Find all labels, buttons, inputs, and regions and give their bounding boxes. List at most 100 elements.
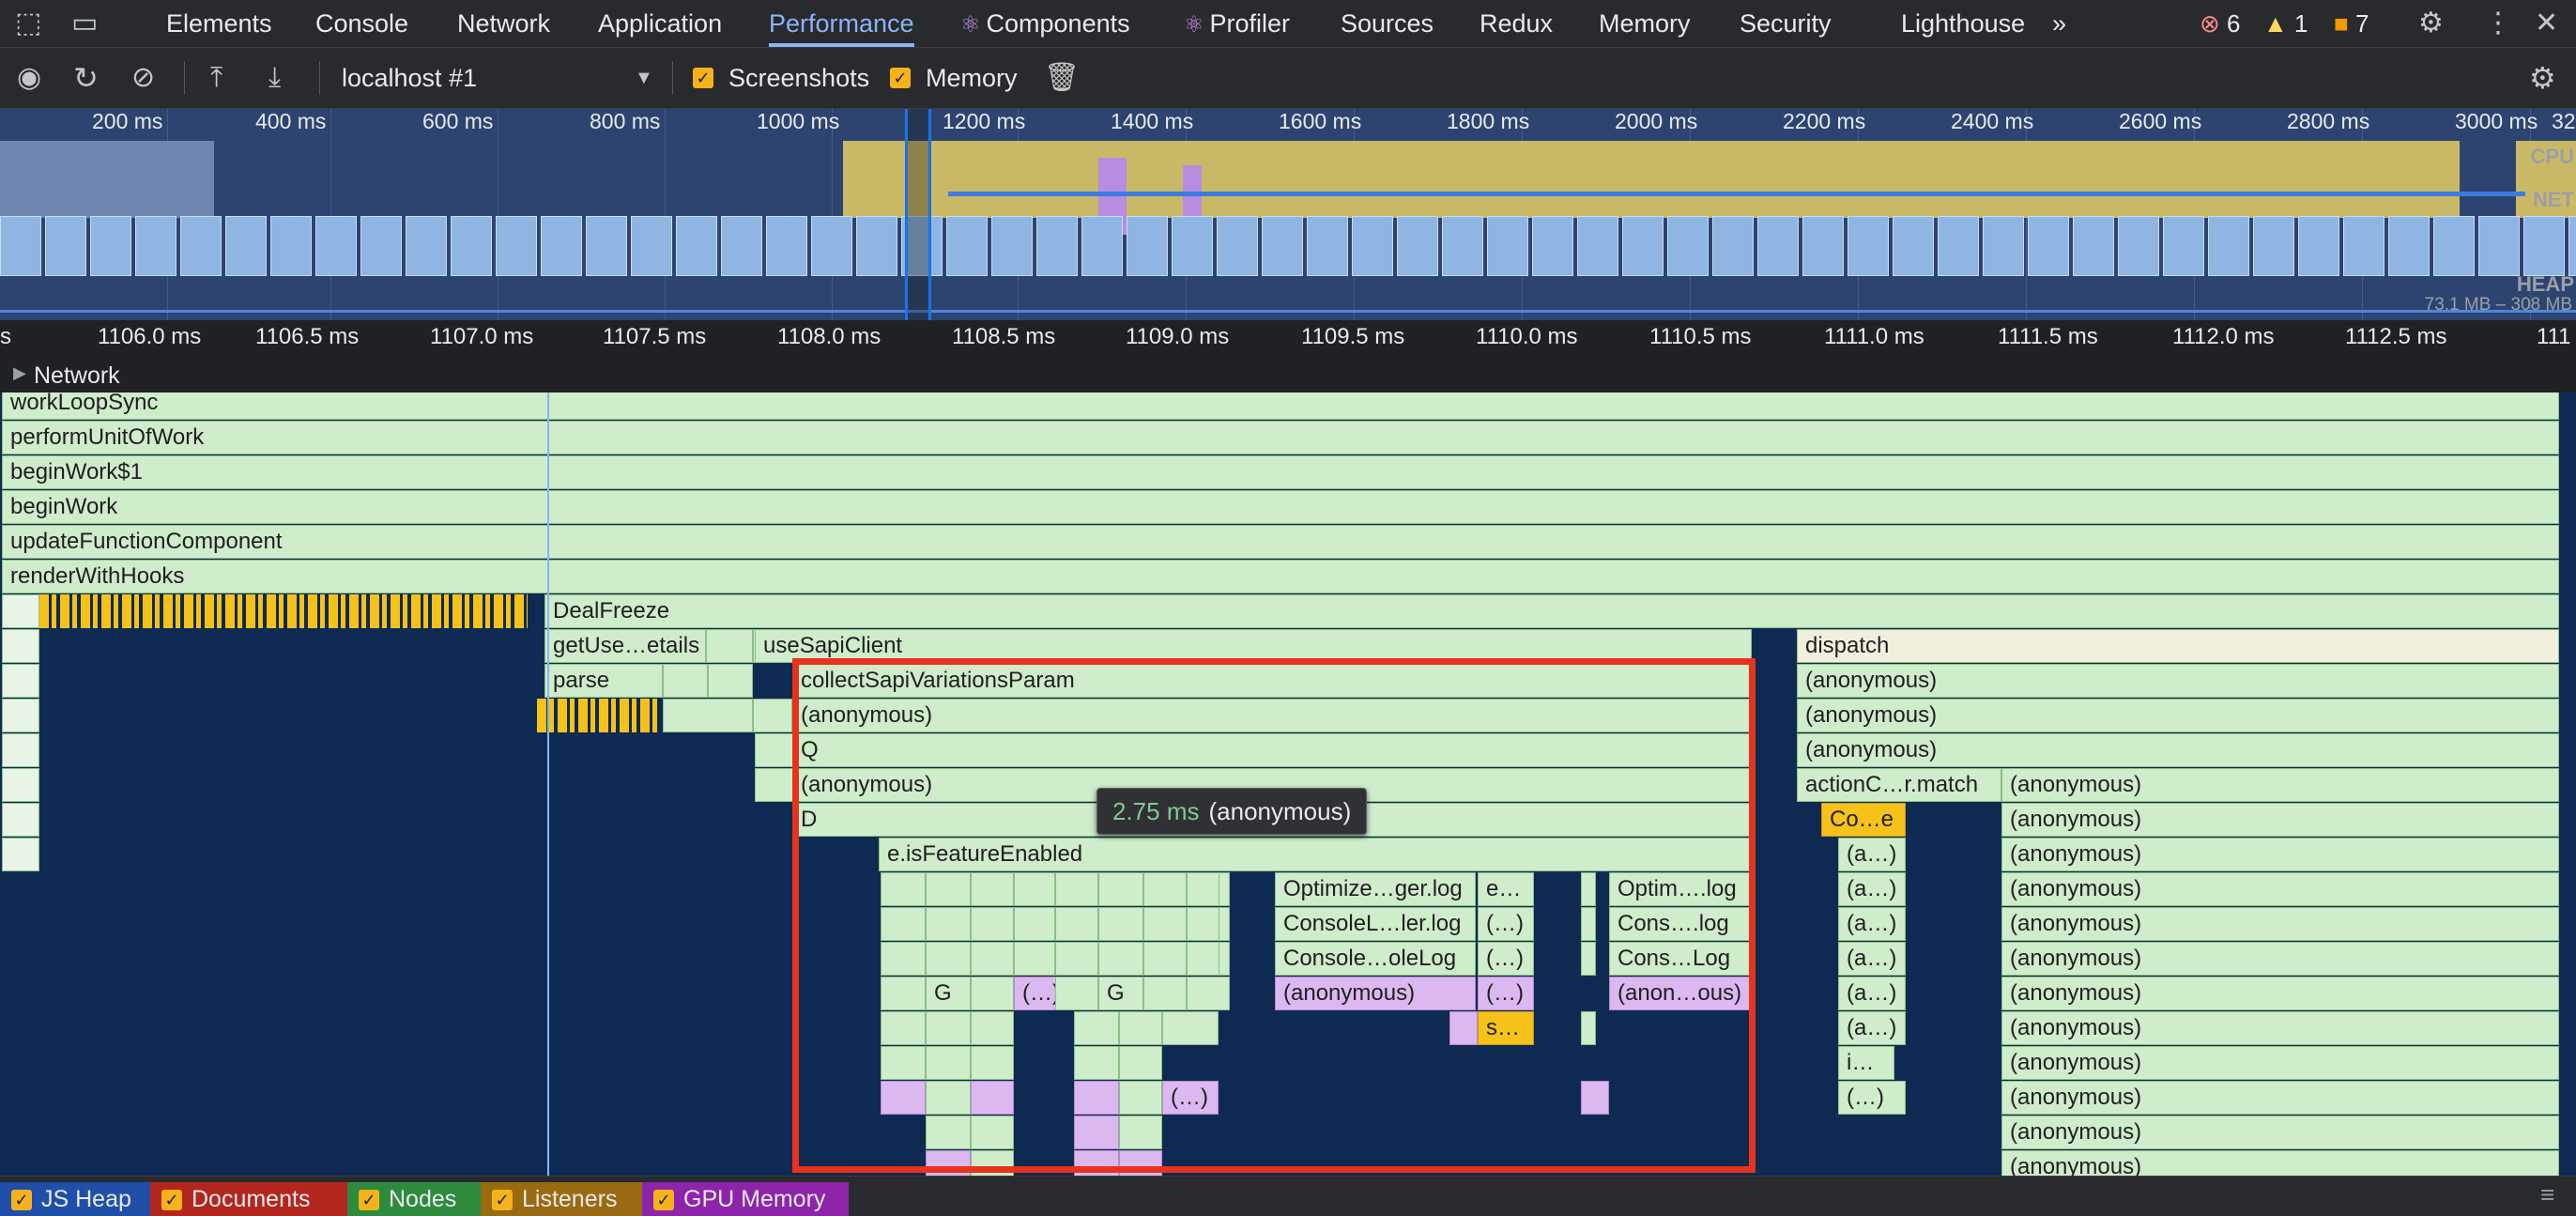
- flame-call-block[interactable]: [708, 664, 753, 698]
- listeners-counter[interactable]: ✓ Listeners: [481, 1182, 642, 1216]
- screenshot-thumbnail[interactable]: [1802, 216, 1844, 276]
- flame-call-block[interactable]: (anonymous): [2001, 1150, 2559, 1176]
- clear-icon[interactable]: ⊘: [131, 48, 155, 108]
- screenshot-thumbnail[interactable]: [1352, 216, 1393, 276]
- js-heap-checkbox[interactable]: ✓: [11, 1190, 32, 1210]
- flame-call-block[interactable]: (anonymous): [2001, 907, 2559, 941]
- screenshot-thumbnail[interactable]: [541, 216, 582, 276]
- tab-elements[interactable]: Elements: [166, 0, 272, 47]
- gpu-memory-counter[interactable]: ✓ GPU Memory: [642, 1182, 849, 1216]
- screenshot-thumbnail[interactable]: [676, 216, 717, 276]
- screenshot-thumbnail[interactable]: [45, 216, 86, 276]
- flame-call-block[interactable]: (a…): [1838, 977, 1906, 1010]
- network-track-header[interactable]: ▶ Network: [0, 358, 2576, 393]
- screenshot-thumbnail[interactable]: [135, 216, 176, 276]
- tab-memory[interactable]: Memory: [1599, 0, 1691, 47]
- timeline-overview[interactable]: CPU NET HEAP 73.1 MB – 308 MB 200 ms 400 …: [0, 109, 2576, 320]
- screenshot-thumbnail[interactable]: [631, 216, 672, 276]
- screenshot-thumbnail[interactable]: [270, 216, 312, 276]
- listeners-checkbox[interactable]: ✓: [492, 1190, 513, 1210]
- flame-call-block[interactable]: (anonymous): [2001, 768, 2559, 802]
- flame-call-block[interactable]: (a…): [1838, 872, 1906, 906]
- settings-gear-icon[interactable]: ⚙: [2418, 0, 2444, 47]
- reload-record-icon[interactable]: ↻: [73, 48, 99, 108]
- flame-call-block[interactable]: (anonymous): [1797, 664, 2559, 698]
- screenshot-thumbnail[interactable]: [1938, 216, 1979, 276]
- screenshot-thumbnail[interactable]: [1983, 216, 2024, 276]
- screenshot-thumbnail[interactable]: [586, 216, 627, 276]
- flame-call-block[interactable]: (a…): [1838, 942, 1906, 976]
- flame-call-block[interactable]: (anonymous): [2001, 872, 2559, 906]
- upload-profile-icon[interactable]: ⤒: [210, 48, 222, 108]
- expand-triangle-icon[interactable]: ▶: [13, 363, 26, 383]
- flame-call-block[interactable]: parse: [544, 664, 663, 698]
- screenshot-thumbnail[interactable]: [360, 216, 402, 276]
- screenshot-thumbnail[interactable]: [1442, 216, 1483, 276]
- flame-call-block[interactable]: (a…): [1838, 1011, 1906, 1045]
- flame-call-block[interactable]: (anonymous): [1797, 699, 2559, 732]
- screenshot-thumbnail[interactable]: [1397, 216, 1438, 276]
- chevron-down-icon[interactable]: ▼: [635, 48, 653, 108]
- screenshot-thumbnail[interactable]: [225, 216, 267, 276]
- issues-count-badge[interactable]: ■ 7: [2334, 0, 2369, 47]
- screenshot-thumbnail[interactable]: [856, 216, 897, 276]
- screenshot-thumbnail[interactable]: [2028, 216, 2069, 276]
- documents-counter[interactable]: ✓ Documents: [150, 1182, 347, 1216]
- flame-call-block[interactable]: [755, 768, 794, 802]
- screenshots-checkbox[interactable]: ✓: [693, 68, 713, 88]
- flame-stack-frame[interactable]: performUnitOfWork: [2, 421, 2559, 454]
- menu-icon[interactable]: ≡: [2540, 1180, 2554, 1209]
- overview-selection-window[interactable]: [905, 109, 931, 320]
- flame-call-block[interactable]: [706, 629, 753, 663]
- screenshot-thumbnail[interactable]: [315, 216, 357, 276]
- flame-call-block[interactable]: [2, 803, 39, 837]
- flame-call-block[interactable]: [2, 699, 39, 732]
- collect-garbage-trash-icon[interactable]: 🗑: [1044, 48, 1080, 108]
- flame-call-block[interactable]: [2, 838, 39, 871]
- screenshot-thumbnail[interactable]: [1036, 216, 1078, 276]
- screenshot-thumbnail[interactable]: [2073, 216, 2114, 276]
- screenshot-thumbnail[interactable]: [2163, 216, 2204, 276]
- more-tabs-button[interactable]: »: [2052, 0, 2066, 47]
- memory-checkbox[interactable]: ✓: [890, 68, 911, 88]
- tab-network[interactable]: Network: [457, 0, 550, 47]
- inspect-element-icon[interactable]: ⬚: [15, 0, 41, 47]
- screenshot-thumbnail[interactable]: [766, 216, 807, 276]
- flame-call-block[interactable]: getUse…etails: [544, 629, 706, 663]
- target-select[interactable]: localhost #1: [342, 48, 477, 108]
- flame-stack-frame[interactable]: workLoopSync: [2, 393, 2559, 420]
- flame-stack-frame[interactable]: beginWork$1: [2, 455, 2559, 489]
- screenshot-thumbnail[interactable]: [2208, 216, 2249, 276]
- screenshot-thumbnail[interactable]: [2388, 216, 2430, 276]
- documents-checkbox[interactable]: ✓: [161, 1190, 182, 1210]
- screenshot-thumbnail[interactable]: [2298, 216, 2339, 276]
- device-toolbar-icon[interactable]: ▭: [71, 0, 98, 47]
- flame-call-block[interactable]: (…): [1838, 1081, 1906, 1115]
- screenshot-thumbnail[interactable]: [180, 216, 222, 276]
- tab-redux[interactable]: Redux: [1480, 0, 1553, 47]
- flame-call-block[interactable]: [755, 733, 794, 767]
- screenshot-thumbnail[interactable]: [721, 216, 762, 276]
- flame-call-block[interactable]: (anonymous): [2001, 838, 2559, 871]
- screenshot-thumbnail[interactable]: [0, 216, 41, 276]
- flame-call-block[interactable]: [753, 699, 792, 732]
- flame-call-block[interactable]: [2, 664, 39, 698]
- tab-security[interactable]: Security: [1740, 0, 1832, 47]
- flame-call-block[interactable]: [2, 594, 39, 628]
- flame-call-block[interactable]: dispatch: [1797, 629, 2559, 663]
- screenshot-thumbnail[interactable]: [1577, 216, 1618, 276]
- gpu-memory-checkbox[interactable]: ✓: [653, 1190, 674, 1210]
- nodes-checkbox[interactable]: ✓: [359, 1190, 379, 1210]
- screenshot-thumbnail[interactable]: [2523, 216, 2565, 276]
- error-count-badge[interactable]: ⊗ 6: [2200, 0, 2241, 47]
- flame-call-block[interactable]: (anonymous): [2001, 1116, 2559, 1149]
- screenshot-thumbnail[interactable]: [2478, 216, 2520, 276]
- screenshot-thumbnail[interactable]: [946, 216, 988, 276]
- screenshot-thumbnail[interactable]: [1081, 216, 1123, 276]
- screenshot-thumbnail[interactable]: [1757, 216, 1799, 276]
- screenshot-thumbnail[interactable]: [1217, 216, 1258, 276]
- record-icon[interactable]: ◉: [17, 48, 41, 108]
- flame-call-block[interactable]: [2, 733, 39, 767]
- tab-profiler[interactable]: ⚛ Profiler: [1184, 0, 1290, 47]
- screenshot-thumbnail[interactable]: [1307, 216, 1348, 276]
